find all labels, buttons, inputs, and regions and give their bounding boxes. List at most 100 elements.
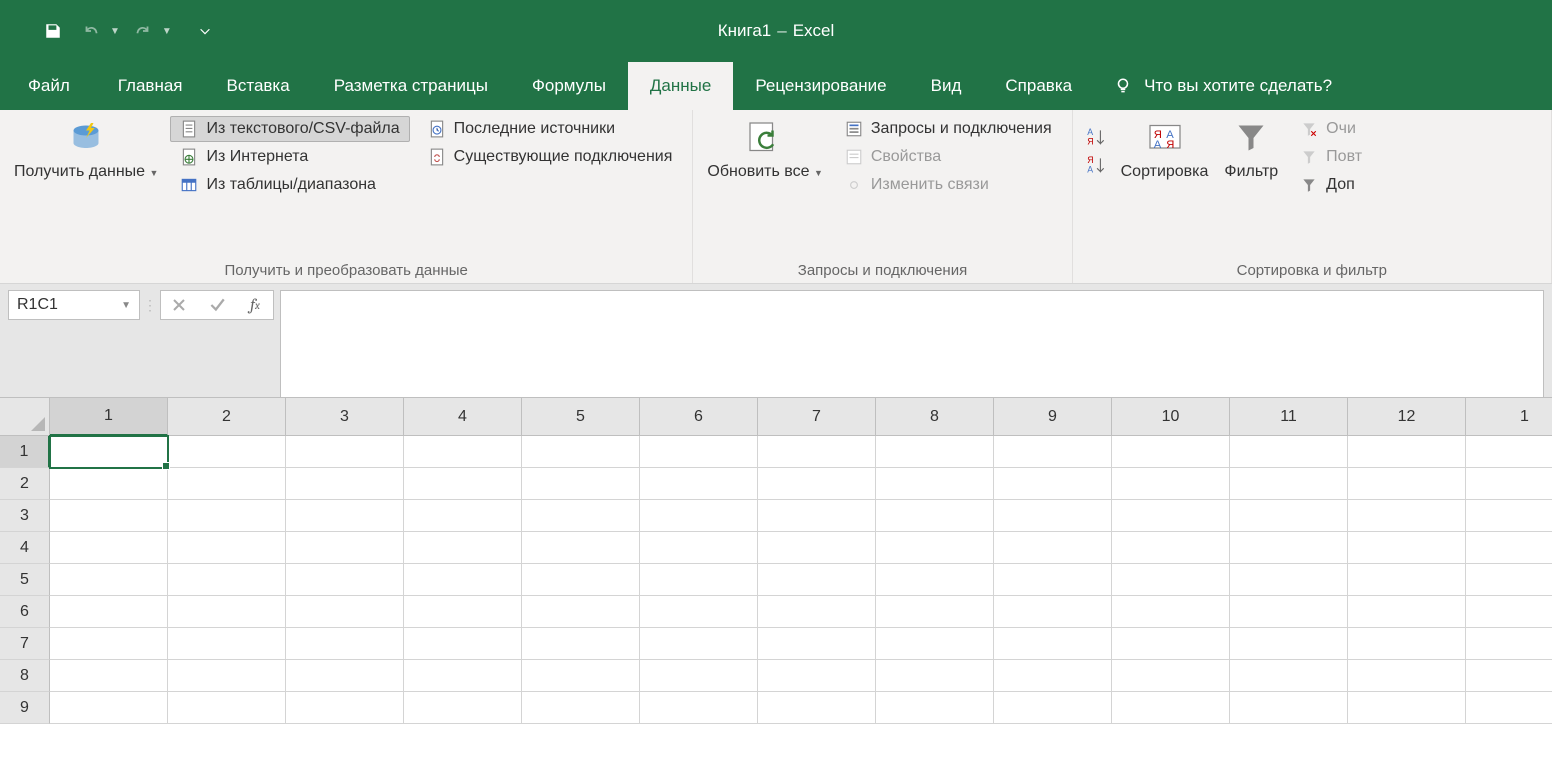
redo-dropdown-icon[interactable]: ▼ bbox=[162, 26, 172, 37]
tab-вид[interactable]: Вид bbox=[909, 62, 984, 110]
cell[interactable] bbox=[876, 628, 994, 660]
cell[interactable] bbox=[1466, 628, 1552, 660]
cell[interactable] bbox=[1348, 692, 1466, 724]
refresh-all-button[interactable]: Обновить все ▼ bbox=[699, 114, 830, 185]
name-box[interactable]: R1C1 ▼ bbox=[8, 290, 140, 320]
cell[interactable] bbox=[50, 436, 168, 468]
cell[interactable] bbox=[286, 468, 404, 500]
cell[interactable] bbox=[994, 596, 1112, 628]
cell[interactable] bbox=[404, 532, 522, 564]
cell[interactable] bbox=[876, 436, 994, 468]
cell[interactable] bbox=[168, 532, 286, 564]
cell[interactable] bbox=[168, 500, 286, 532]
cell[interactable] bbox=[640, 660, 758, 692]
cell[interactable] bbox=[286, 628, 404, 660]
tab-данные[interactable]: Данные bbox=[628, 62, 733, 110]
cell[interactable] bbox=[404, 596, 522, 628]
cell[interactable] bbox=[1348, 596, 1466, 628]
cell[interactable] bbox=[1348, 628, 1466, 660]
recent-sources-button[interactable]: Последние источники bbox=[418, 116, 683, 142]
cell[interactable] bbox=[1466, 692, 1552, 724]
cell[interactable] bbox=[1112, 436, 1230, 468]
cell[interactable] bbox=[758, 468, 876, 500]
cell[interactable] bbox=[640, 500, 758, 532]
select-all-corner[interactable] bbox=[0, 398, 50, 436]
column-header[interactable]: 7 bbox=[758, 398, 876, 436]
cell[interactable] bbox=[1348, 532, 1466, 564]
cell[interactable] bbox=[404, 436, 522, 468]
cell[interactable] bbox=[758, 436, 876, 468]
cell[interactable] bbox=[522, 692, 640, 724]
get-data-button[interactable]: Получить данные ▼ bbox=[6, 114, 166, 185]
cell[interactable] bbox=[404, 468, 522, 500]
cell[interactable] bbox=[640, 596, 758, 628]
cell[interactable] bbox=[1348, 468, 1466, 500]
cell[interactable] bbox=[286, 500, 404, 532]
cell[interactable] bbox=[758, 596, 876, 628]
cell[interactable] bbox=[994, 564, 1112, 596]
cell[interactable] bbox=[1230, 468, 1348, 500]
cell[interactable] bbox=[1466, 660, 1552, 692]
cell[interactable] bbox=[1112, 692, 1230, 724]
cell[interactable] bbox=[1230, 596, 1348, 628]
tab-главная[interactable]: Главная bbox=[96, 62, 205, 110]
undo-button[interactable] bbox=[76, 16, 106, 46]
row-header[interactable]: 7 bbox=[0, 628, 50, 660]
cell[interactable] bbox=[404, 628, 522, 660]
cell[interactable] bbox=[168, 692, 286, 724]
tab-file[interactable]: Файл bbox=[4, 62, 96, 110]
row-header[interactable]: 6 bbox=[0, 596, 50, 628]
cell[interactable] bbox=[1230, 436, 1348, 468]
cell[interactable] bbox=[286, 596, 404, 628]
cell[interactable] bbox=[994, 660, 1112, 692]
cell[interactable] bbox=[640, 692, 758, 724]
row-header[interactable]: 4 bbox=[0, 532, 50, 564]
column-header[interactable]: 10 bbox=[1112, 398, 1230, 436]
column-header[interactable]: 1 bbox=[1466, 398, 1552, 436]
row-header[interactable]: 2 bbox=[0, 468, 50, 500]
cell[interactable] bbox=[1230, 628, 1348, 660]
column-header[interactable]: 3 bbox=[286, 398, 404, 436]
cell[interactable] bbox=[286, 532, 404, 564]
sort-button[interactable]: ЯААЯ Сортировка bbox=[1113, 114, 1217, 185]
cell[interactable] bbox=[758, 692, 876, 724]
cell[interactable] bbox=[640, 564, 758, 596]
cell[interactable] bbox=[286, 692, 404, 724]
cell[interactable] bbox=[522, 436, 640, 468]
cell[interactable] bbox=[1112, 564, 1230, 596]
cell[interactable] bbox=[404, 500, 522, 532]
cell[interactable] bbox=[522, 500, 640, 532]
cell[interactable] bbox=[286, 660, 404, 692]
undo-dropdown-icon[interactable]: ▼ bbox=[110, 26, 120, 37]
cell[interactable] bbox=[50, 500, 168, 532]
column-header[interactable]: 4 bbox=[404, 398, 522, 436]
qat-customize-button[interactable] bbox=[190, 16, 220, 46]
cell[interactable] bbox=[1112, 532, 1230, 564]
enter-formula-button[interactable] bbox=[205, 293, 229, 317]
redo-button[interactable] bbox=[128, 16, 158, 46]
cell[interactable] bbox=[876, 500, 994, 532]
cell[interactable] bbox=[640, 468, 758, 500]
cell[interactable] bbox=[758, 500, 876, 532]
from-table-range-button[interactable]: Из таблицы/диапазона bbox=[170, 172, 409, 198]
row-header[interactable]: 5 bbox=[0, 564, 50, 596]
cell[interactable] bbox=[50, 564, 168, 596]
cell[interactable] bbox=[876, 692, 994, 724]
cell[interactable] bbox=[168, 468, 286, 500]
cell[interactable] bbox=[1348, 564, 1466, 596]
save-button[interactable] bbox=[38, 16, 68, 46]
cell[interactable] bbox=[1466, 564, 1552, 596]
cell[interactable] bbox=[640, 628, 758, 660]
column-header[interactable]: 1 bbox=[50, 398, 168, 436]
cell[interactable] bbox=[876, 660, 994, 692]
column-header[interactable]: 12 bbox=[1348, 398, 1466, 436]
cell[interactable] bbox=[1466, 436, 1552, 468]
cell[interactable] bbox=[522, 468, 640, 500]
cell[interactable] bbox=[50, 692, 168, 724]
queries-connections-button[interactable]: Запросы и подключения bbox=[835, 116, 1062, 142]
cell[interactable] bbox=[50, 532, 168, 564]
cancel-formula-button[interactable] bbox=[167, 293, 191, 317]
cell[interactable] bbox=[1230, 692, 1348, 724]
sort-asc-button[interactable]: АЯ bbox=[1083, 124, 1109, 150]
column-header[interactable]: 8 bbox=[876, 398, 994, 436]
